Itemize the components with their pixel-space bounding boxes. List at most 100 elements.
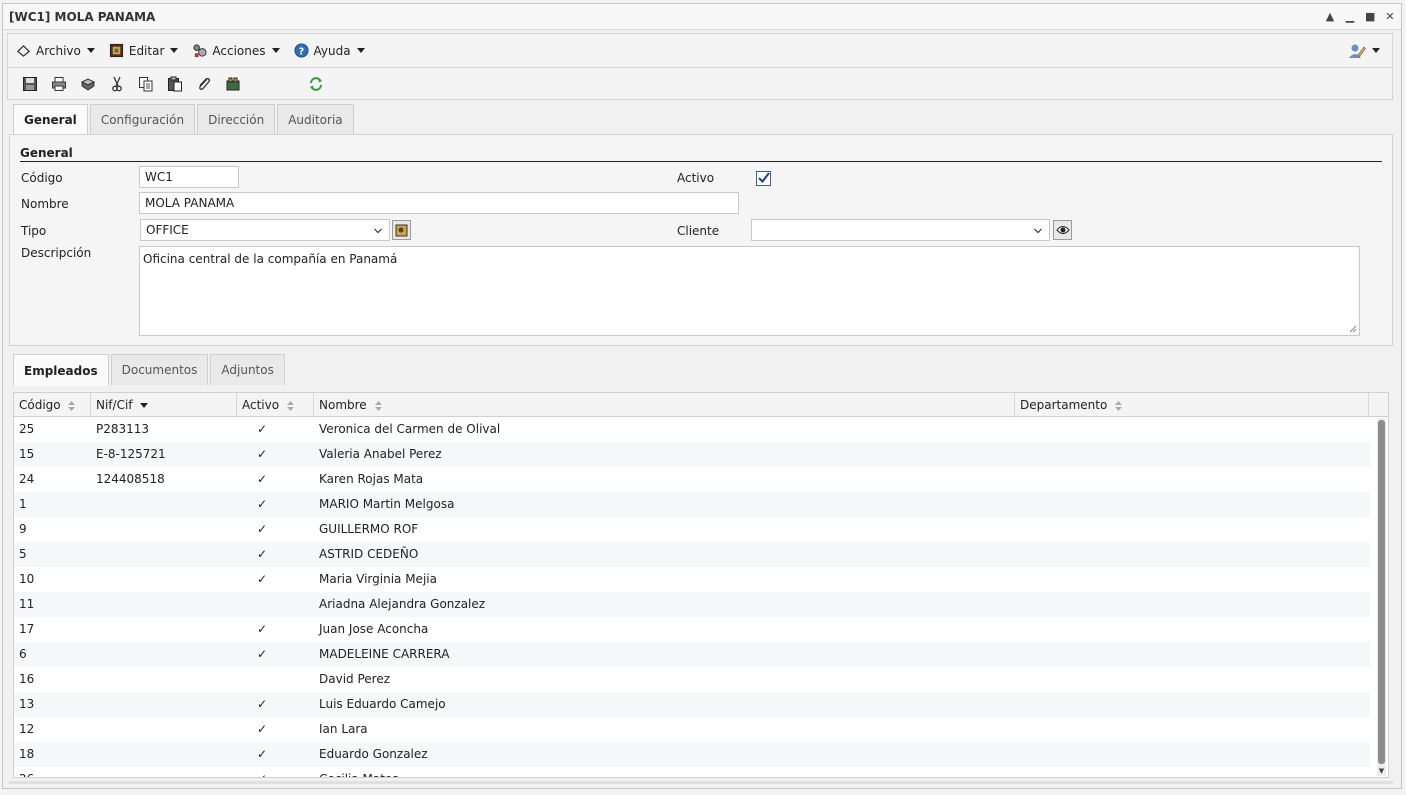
refresh-button[interactable] [308, 76, 324, 92]
attach-button[interactable] [196, 76, 212, 92]
table-row[interactable]: 12 ✓ Ian Lara [14, 717, 1370, 742]
menu-ayuda[interactable]: ? Ayuda [293, 43, 365, 58]
column-header-codigo[interactable]: Código [14, 393, 91, 417]
close-icon[interactable]: ✕ [1385, 10, 1395, 23]
plugin-button[interactable] [225, 76, 241, 92]
column-header-activo[interactable]: Activo [237, 393, 314, 417]
cell-nombre: Eduardo Gonzalez [319, 747, 428, 761]
tipo-select[interactable]: OFFICE [140, 219, 390, 241]
cell-codigo: 25 [19, 422, 35, 436]
column-header-departamento[interactable]: Departamento [1015, 393, 1369, 417]
cell-nombre: Valeria Anabel Perez [319, 447, 442, 461]
table-row[interactable]: 6 ✓ MADELEINE CARRERA [14, 642, 1370, 667]
tab-empleados[interactable]: Empleados [13, 354, 109, 386]
table-row[interactable]: 15 E-8-125721 ✓ Valeria Anabel Perez [14, 442, 1370, 467]
plugin-icon [226, 77, 240, 90]
tipo-lookup-button[interactable] [392, 220, 411, 240]
minimize-icon[interactable]: ▁ [1345, 10, 1355, 23]
column-header-nombre[interactable]: Nombre [314, 393, 1015, 417]
grid-scrollbar[interactable]: ▼ [1377, 418, 1386, 776]
tab-direccion[interactable]: Dirección [197, 104, 276, 134]
paste-button[interactable] [167, 76, 183, 92]
sort-icon [68, 400, 76, 411]
tab-general[interactable]: General [13, 104, 88, 135]
table-row[interactable]: 9 ✓ GUILLERMO ROF [14, 517, 1370, 542]
tab-documentos[interactable]: Documentos [110, 354, 209, 385]
cell-codigo: 5 [19, 547, 27, 561]
table-row[interactable]: 13 ✓ Luis Eduardo Camejo [14, 692, 1370, 717]
table-row[interactable]: 11 Ariadna Alejandra Gonzalez [14, 592, 1370, 617]
table-row[interactable]: 16 David Perez [14, 667, 1370, 692]
cell-activo: ✓ [257, 572, 268, 586]
cell-codigo: 1 [19, 497, 27, 511]
sort-icon [1115, 400, 1123, 411]
actions-icon [193, 44, 207, 58]
cut-button[interactable] [109, 76, 125, 92]
cliente-label: Cliente [677, 224, 720, 238]
chevron-down-icon [170, 48, 179, 53]
menu-ayuda-label: Ayuda [313, 43, 351, 58]
form-tabs: General Configuración Dirección Auditori… [13, 104, 356, 135]
cell-codigo: 18 [19, 747, 35, 761]
eye-icon [1055, 226, 1070, 234]
sort-icon [374, 400, 382, 411]
tab-adjuntos[interactable]: Adjuntos [210, 354, 285, 385]
table-row[interactable]: 24 124408518 ✓ Karen Rojas Mata [14, 467, 1370, 492]
resize-grip-icon[interactable] [1349, 325, 1357, 333]
cell-nif: E-8-125721 [96, 447, 166, 461]
chevron-down-icon [374, 228, 382, 234]
user-edit-menu[interactable] [1348, 43, 1380, 59]
delete-button[interactable] [80, 76, 96, 92]
tab-configuracion[interactable]: Configuración [89, 104, 196, 134]
scroll-down-icon[interactable]: ▼ [1377, 767, 1386, 776]
window-titlebar[interactable]: [WC1] MOLA PANAMA ▲ ▁ ■ ✕ [3, 4, 1401, 30]
menu-archivo-label: Archivo [36, 43, 81, 58]
user-edit-icon [1349, 44, 1366, 58]
checkmark-icon [758, 172, 770, 184]
cell-nombre: Veronica del Carmen de Olival [319, 422, 501, 436]
cell-nif: 124408518 [96, 472, 165, 486]
table-row[interactable]: 5 ✓ ASTRID CEDEÑO [14, 542, 1370, 567]
menu-acciones-label: Acciones [212, 43, 266, 58]
menu-archivo[interactable]: Archivo [16, 43, 95, 58]
table-row[interactable]: 1 ✓ MARIO Martin Melgosa [14, 492, 1370, 517]
cell-activo: ✓ [257, 447, 268, 461]
print-button[interactable] [51, 76, 67, 92]
collapse-up-icon[interactable]: ▲ [1325, 10, 1335, 23]
cell-nombre: Ariadna Alejandra Gonzalez [319, 597, 486, 611]
action-toolbar [7, 68, 1393, 100]
cliente-select[interactable] [751, 219, 1050, 241]
activo-checkbox[interactable] [756, 171, 771, 186]
menu-acciones[interactable]: Acciones [192, 43, 280, 58]
copy-button[interactable] [138, 76, 154, 92]
cell-codigo: 12 [19, 722, 35, 736]
lookup-icon [395, 224, 408, 236]
maximize-icon[interactable]: ■ [1365, 10, 1375, 23]
detail-tabs: Empleados Documentos Adjuntos [13, 354, 287, 386]
menu-editar[interactable]: Editar [109, 43, 179, 58]
cell-activo: ✓ [257, 647, 268, 661]
chevron-down-icon [86, 48, 95, 53]
table-row[interactable]: 25 P283113 ✓ Veronica del Carmen de Olival [14, 417, 1370, 442]
chevron-down-icon [1034, 228, 1042, 234]
cliente-view-button[interactable] [1053, 220, 1072, 240]
column-header-nif[interactable]: Nif/Cif [91, 393, 237, 417]
save-button[interactable] [22, 76, 38, 92]
window-bottom-border [9, 781, 1393, 784]
nombre-input[interactable]: MOLA PANAMA [139, 192, 739, 214]
delete-icon [80, 77, 96, 91]
table-row[interactable]: 18 ✓ Eduardo Gonzalez [14, 742, 1370, 767]
copy-icon [139, 76, 153, 91]
descripcion-value: Oficina central de la compañía en Panamá [143, 252, 398, 266]
table-row[interactable]: 17 ✓ Juan Jose Aconcha [14, 617, 1370, 642]
table-row[interactable]: 26 ✓ Cecilia Matos [14, 767, 1370, 777]
table-row[interactable]: 10 ✓ Maria Virginia Mejia [14, 567, 1370, 592]
column-header-label: Activo [242, 398, 280, 412]
codigo-input[interactable]: WC1 [139, 166, 239, 188]
tab-auditoria[interactable]: Auditoria [277, 104, 354, 134]
column-header-label: Departamento [1020, 398, 1108, 412]
scrollbar-thumb[interactable] [1378, 420, 1385, 764]
cell-activo: ✓ [257, 722, 268, 736]
descripcion-textarea[interactable]: Oficina central de la compañía en Panamá [139, 246, 1360, 336]
window-title: [WC1] MOLA PANAMA [9, 9, 156, 24]
